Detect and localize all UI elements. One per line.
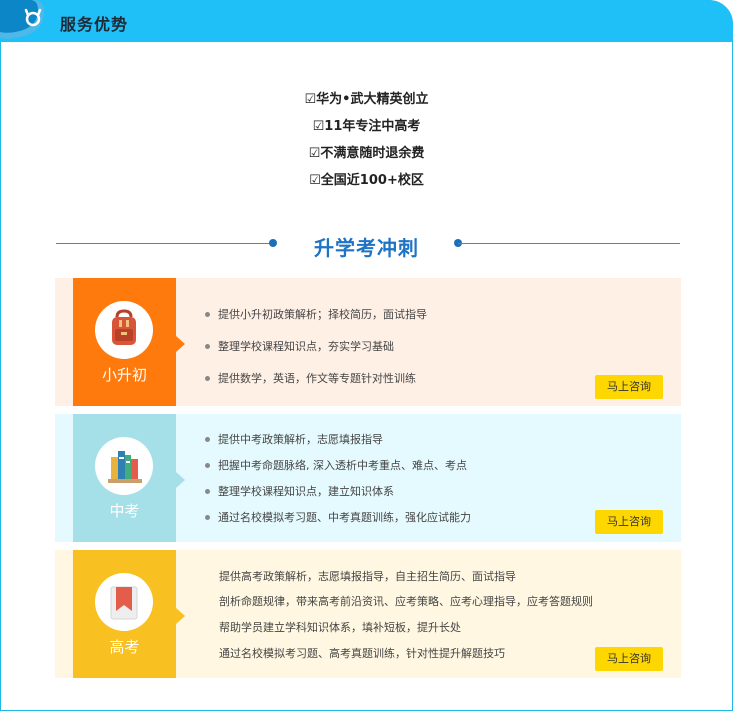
card-level-label: 高考 — [109, 638, 140, 656]
card-level-label: 小升初 — [101, 366, 147, 384]
card-label-block: 小升初 — [73, 278, 176, 406]
icon-badge — [95, 573, 153, 631]
card-label-block: 中考 — [73, 414, 176, 542]
icon-badge — [95, 437, 153, 495]
icon-badge — [95, 301, 153, 359]
section-header: 服务优势 — [0, 0, 733, 42]
course-card-primary-to-middle: 小升初 提供小升初政策解析；择校简历，面试指导 整理学校课程知识点，夯实学习基础… — [55, 278, 681, 406]
advantage-item: ☑11年专注中高考 — [312, 119, 421, 134]
section-title: 升学考冲刺 — [314, 236, 419, 260]
bullet-dot — [205, 514, 210, 520]
bullet-text: 提供中考政策解析，志愿填报指导 — [218, 433, 383, 446]
card-pointer — [176, 336, 185, 352]
card-bullet: 通过名校模拟考习题、中考真题训练，强化应试能力 — [205, 509, 471, 525]
course-card-college-entrance: 高考 提供高考政策解析，志愿填报指导，自主招生简历、面试指导 剖析命题规律，带来… — [55, 550, 681, 678]
card-bullet: 提供高考政策解析，志愿填报指导，自主招生简历、面试指导 — [219, 570, 516, 583]
bullet-text: 提供数学，英语，作文等专题针对性训练 — [218, 372, 416, 385]
card-bullet: 提供中考政策解析，志愿填报指导 — [205, 431, 383, 447]
card-bullet: 剖析命题规律，带来高考前沿资讯、应考策略、应考心理指导，应考答题规则 — [219, 595, 593, 608]
bullet-dot — [205, 436, 210, 442]
bullet-text: 整理学校课程知识点，建立知识体系 — [218, 485, 394, 498]
card-bullet: 通过名校模拟考习题、高考真题训练，针对性提升解题技巧 — [219, 647, 505, 660]
bullet-dot — [205, 462, 210, 468]
advantage-item: ☑全国近100+校区 — [309, 173, 424, 188]
bullet-dot — [205, 343, 210, 349]
books-icon — [108, 451, 142, 483]
cat-face-icon — [0, 0, 48, 42]
bullet-text: 提供小升初政策解析；择校简历，面试指导 — [218, 308, 427, 321]
card-pointer — [176, 608, 185, 624]
card-level-label: 中考 — [109, 502, 140, 520]
backpack-icon — [112, 309, 136, 345]
advantage-item: ☑不满意随时退余费 — [308, 146, 425, 161]
bullet-text: 整理学校课程知识点，夯实学习基础 — [218, 340, 394, 353]
card-bullet: 整理学校课程知识点，建立知识体系 — [205, 483, 394, 499]
bullet-dot — [205, 311, 210, 317]
card-bullet: 整理学校课程知识点，夯实学习基础 — [205, 338, 394, 354]
header-title: 服务优势 — [60, 15, 129, 34]
advantage-checklist: ☑华为•武大精英创立 ☑11年专注中高考 ☑不满意随时退余费 ☑全国近100+校… — [0, 86, 733, 194]
consult-button[interactable]: 马上咨询 — [595, 375, 663, 399]
bullet-text: 通过名校模拟考习题、中考真题训练，强化应试能力 — [218, 511, 471, 524]
bookmark-icon — [110, 586, 138, 620]
card-bullet: 提供小升初政策解析；择校简历，面试指导 — [205, 306, 427, 322]
card-bullet: 帮助学员建立学科知识体系，填补短板，提升长处 — [219, 621, 461, 634]
bullet-dot — [205, 488, 210, 494]
bullet-dot — [205, 375, 210, 381]
consult-button[interactable]: 马上咨询 — [595, 510, 663, 534]
bullet-text: 把握中考命题脉络, 深入透析中考重点、难点、考点 — [218, 459, 467, 472]
card-bullet: 提供数学，英语，作文等专题针对性训练 — [205, 370, 416, 386]
card-label-block: 高考 — [73, 550, 176, 678]
consult-button[interactable]: 马上咨询 — [595, 647, 663, 671]
advantage-item: ☑华为•武大精英创立 — [304, 92, 429, 107]
card-pointer — [176, 472, 185, 488]
course-card-high-school-entrance: 中考 提供中考政策解析，志愿填报指导 把握中考命题脉络, 深入透析中考重点、难点… — [55, 414, 681, 542]
card-bullet: 把握中考命题脉络, 深入透析中考重点、难点、考点 — [205, 457, 467, 473]
